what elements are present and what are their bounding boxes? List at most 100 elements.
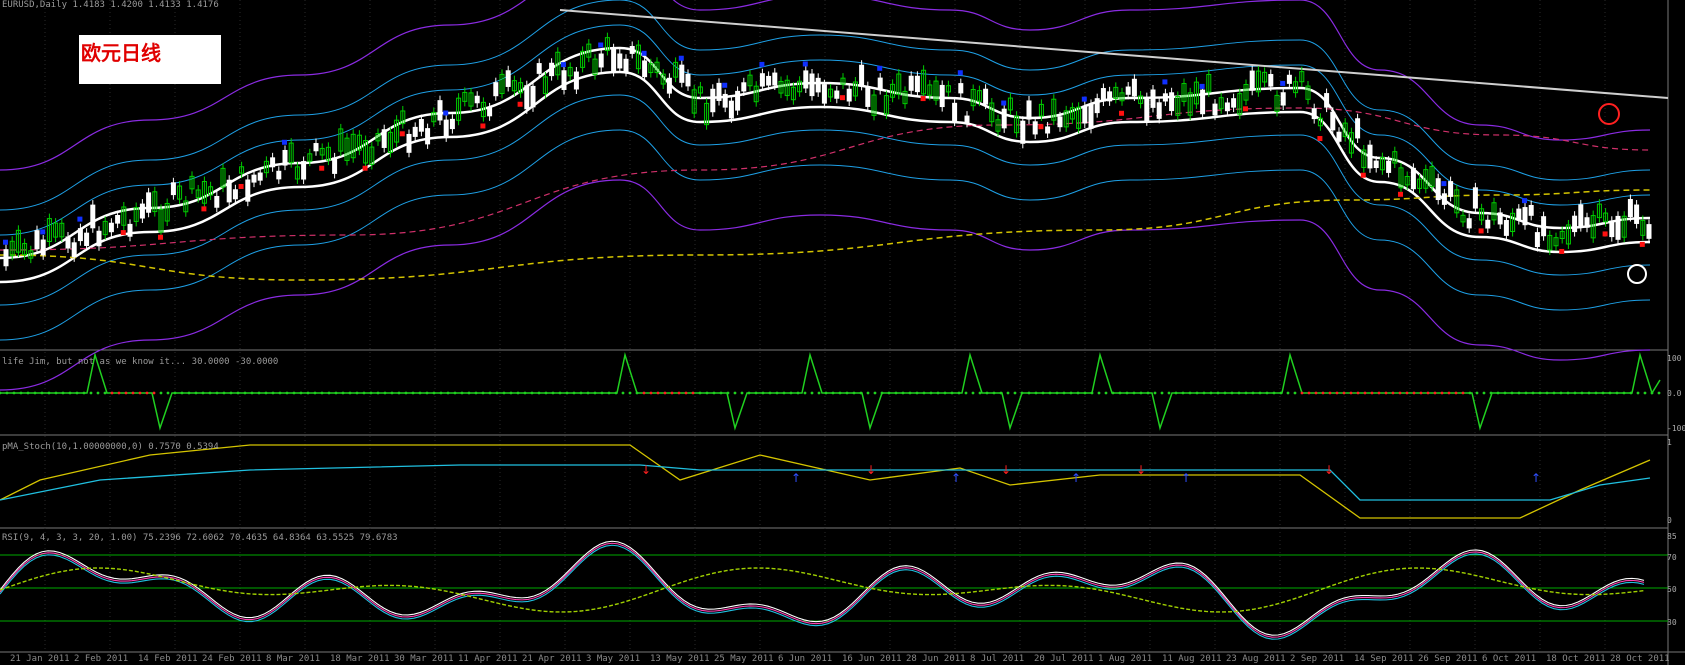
candle-body [170, 182, 176, 196]
candle-body [598, 53, 604, 68]
osc1-dot [852, 391, 856, 395]
candle-body [232, 189, 238, 200]
candle-body [108, 222, 114, 233]
trend-dot [443, 110, 449, 116]
osc1-dot [1398, 391, 1402, 395]
trend-dot [1243, 106, 1248, 112]
oscillator2-header: pMA_Stoch(10,1.00000000,0) 0.7570 0.5394 [2, 442, 219, 452]
candle-body [1268, 74, 1274, 87]
osc1-dot [271, 391, 275, 395]
candle-body [127, 223, 133, 237]
osc1-dot [439, 391, 443, 395]
candle-body [803, 70, 809, 89]
osc1-dot [1328, 391, 1332, 395]
osc1-dot [1055, 391, 1059, 395]
candle-body [1578, 204, 1584, 228]
osc1-dot [915, 391, 919, 395]
osc1-dot [1111, 391, 1115, 395]
osc1-dot [460, 391, 464, 395]
candle-body [1466, 218, 1472, 229]
candle-body [1131, 78, 1137, 97]
osc1-dot [572, 391, 576, 395]
osc1-dot [1636, 391, 1640, 395]
osc1-dot [894, 391, 898, 395]
osc1-dot [1559, 391, 1563, 395]
osc1-dot [950, 391, 954, 395]
candle-body [406, 133, 412, 153]
osc1-dot [523, 391, 527, 395]
osc1-dot [187, 391, 191, 395]
osc1-dot [47, 391, 51, 395]
trend-dot [1162, 79, 1168, 85]
candle-body [381, 129, 387, 148]
osc1-dot [1531, 391, 1535, 395]
symbol-header: EURUSD,Daily 1.4183 1.4200 1.4133 1.4176 [2, 0, 219, 10]
candle-body [1541, 216, 1547, 237]
trend-dot [957, 70, 963, 76]
osc1-dot [943, 391, 947, 395]
osc1-dot [642, 391, 646, 395]
candle-body [679, 64, 685, 83]
osc1-dot [705, 391, 709, 395]
osc1-dot [1454, 391, 1458, 395]
candle-body [549, 62, 555, 77]
osc1-dot [1440, 391, 1444, 395]
candle-body [257, 172, 263, 181]
osc1-dot [1139, 391, 1143, 395]
osc1-dot [530, 391, 534, 395]
price-chart[interactable]: ↓ ↓ ↓ ↓ ↓ ↑ ↑ ↑ ↑ ↑ [0, 0, 1685, 665]
osc1-dot [131, 391, 135, 395]
osc1-dot [1608, 391, 1612, 395]
trend-dot [1441, 181, 1447, 187]
osc1-dot [502, 391, 506, 395]
osc1-dot [180, 391, 184, 395]
candle-body [821, 84, 827, 104]
candle-body [741, 82, 747, 92]
osc1-dot [1237, 391, 1241, 395]
time-axis-label: 6 Jun 2011 [778, 654, 833, 664]
osc2-buy-arrow: ↑ [1531, 471, 1541, 485]
osc1-dot [1167, 391, 1171, 395]
osc1-dot [1566, 391, 1570, 395]
trend-dot [1602, 231, 1608, 237]
osc1-dot [5, 391, 9, 395]
osc1-dot [971, 391, 975, 395]
candle-body [449, 118, 455, 130]
trend-dot [319, 165, 325, 171]
osc1-dot [369, 391, 373, 395]
osc1-dot [474, 391, 478, 395]
candle-body [1448, 181, 1454, 197]
time-axis-label: 21 Apr 2011 [522, 654, 582, 664]
candle-body [1162, 93, 1168, 102]
candle-body [1584, 217, 1590, 228]
trend-dot [1360, 172, 1366, 178]
osc1-dot [1279, 391, 1283, 395]
candle-body [1503, 220, 1509, 236]
trend-dot [1199, 83, 1205, 89]
osc1-dot [929, 391, 933, 395]
candle-body [964, 115, 970, 123]
osc1-dot [1321, 391, 1325, 395]
osc1-dot [306, 391, 310, 395]
trend-dot [238, 183, 244, 189]
osc1-dot [1545, 391, 1549, 395]
candle-body [1534, 232, 1540, 248]
candle-body [1231, 98, 1237, 108]
time-axis-label: 13 May 2011 [650, 654, 710, 664]
candle-body [735, 90, 741, 111]
osc1-dot [1384, 391, 1388, 395]
candle-body [270, 157, 276, 168]
osc1-dot [1174, 391, 1178, 395]
osc1-dot [628, 391, 632, 395]
candle-body [1094, 98, 1100, 114]
trend-dot [1522, 198, 1527, 204]
osc1-dot [215, 391, 219, 395]
candle-body [865, 86, 871, 107]
osc1-dot [1356, 391, 1360, 395]
annotation-label: 欧元日线 [81, 41, 161, 65]
osc1-dot [593, 391, 597, 395]
osc1-dot [201, 391, 205, 395]
time-axis-label: 14 Feb 2011 [138, 654, 198, 664]
candle-body [226, 179, 232, 203]
candle-body [1435, 178, 1441, 201]
